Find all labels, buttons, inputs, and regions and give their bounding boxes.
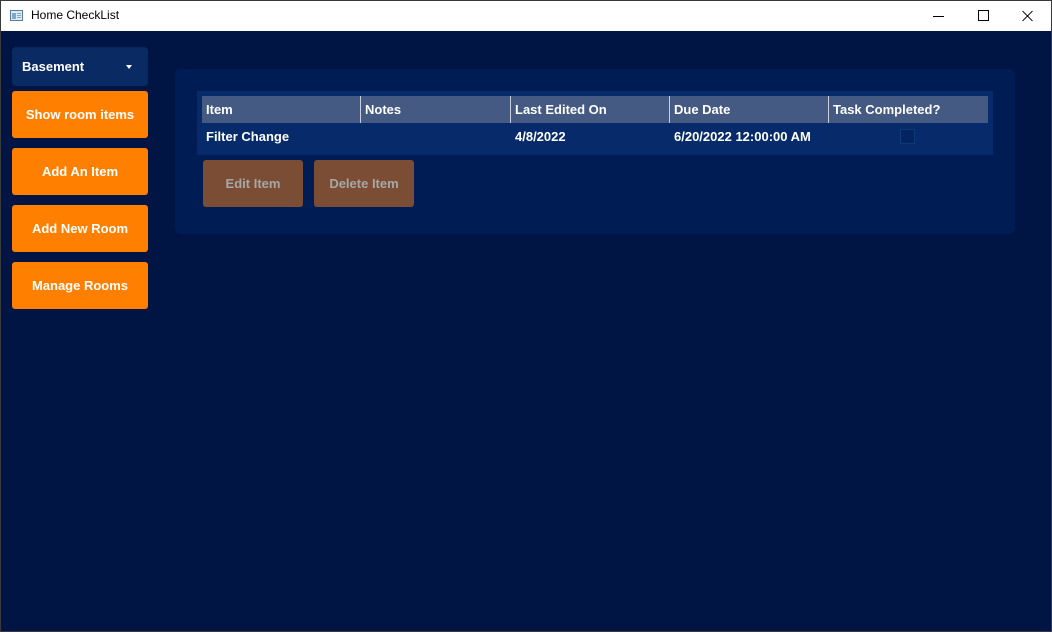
show-room-items-button[interactable]: Show room items [12, 91, 148, 138]
room-dropdown-value: Basement [22, 59, 85, 74]
items-panel: Item Notes Last Edited On Due Date Task … [175, 69, 1015, 234]
cell-last-edited: 4/8/2022 [515, 129, 566, 144]
edit-item-button[interactable]: Edit Item [203, 160, 303, 207]
chevron-down-icon [126, 65, 132, 69]
room-dropdown[interactable]: Basement [12, 47, 148, 86]
manage-rooms-button[interactable]: Manage Rooms [12, 262, 148, 309]
task-completed-checkbox[interactable] [900, 129, 915, 144]
column-header-task-completed[interactable]: Task Completed? [829, 96, 988, 123]
items-table: Item Notes Last Edited On Due Date Task … [197, 91, 993, 155]
close-icon[interactable] [1005, 1, 1051, 31]
column-header-item[interactable]: Item [202, 96, 361, 123]
cell-notes [361, 123, 511, 151]
app-window-icon [10, 10, 23, 21]
table-row[interactable]: Filter Change 4/8/2022 6/20/2022 12:00:0… [202, 123, 988, 151]
title-bar[interactable]: Home CheckList [1, 1, 1051, 31]
column-header-due-date[interactable]: Due Date [670, 96, 829, 123]
app-window: Home CheckList Basement Show room items … [0, 0, 1052, 632]
window-title: Home CheckList [31, 8, 120, 22]
column-header-last-edited[interactable]: Last Edited On [511, 96, 670, 123]
cell-item: Filter Change [206, 129, 290, 144]
add-room-button[interactable]: Add New Room [12, 205, 148, 252]
table-header: Item Notes Last Edited On Due Date Task … [202, 96, 988, 123]
maximize-icon[interactable] [961, 1, 1007, 31]
minimize-icon[interactable] [915, 1, 961, 31]
cell-due-date: 6/20/2022 12:00:00 AM [674, 129, 811, 144]
delete-item-button[interactable]: Delete Item [314, 160, 414, 207]
add-item-button[interactable]: Add An Item [12, 148, 148, 195]
column-header-notes[interactable]: Notes [361, 96, 511, 123]
